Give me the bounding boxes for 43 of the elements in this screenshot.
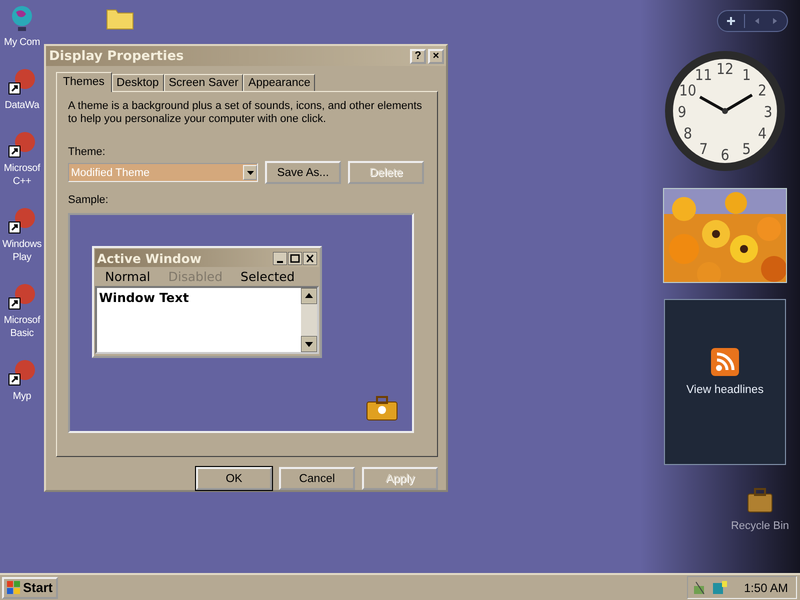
maximize-icon bbox=[288, 252, 302, 264]
clock-time[interactable]: 1:50 AM bbox=[744, 580, 788, 594]
arrows-icon[interactable] bbox=[753, 16, 779, 26]
cancel-button[interactable]: Cancel bbox=[279, 467, 355, 490]
window-title: Active Window bbox=[97, 250, 202, 266]
monitor-icon[interactable] bbox=[712, 580, 728, 596]
icon-label[interactable]: Myp bbox=[12, 390, 32, 403]
rss-icon[interactable] bbox=[711, 348, 739, 376]
tab[interactable]: Appearance bbox=[243, 74, 316, 91]
save-as-button[interactable]: Save As... bbox=[265, 161, 341, 184]
caret-icon bbox=[246, 170, 254, 174]
add-icon[interactable] bbox=[726, 16, 736, 26]
icon-label[interactable]: Microsof C++ bbox=[4, 162, 40, 188]
tab[interactable]: Desktop bbox=[112, 74, 164, 91]
icon-label[interactable]: Microsof Basic bbox=[4, 314, 40, 340]
shortcut-icon[interactable] bbox=[7, 282, 37, 312]
shortcut-icon[interactable] bbox=[7, 130, 37, 160]
tab[interactable]: Themes bbox=[56, 72, 112, 92]
close-button[interactable]: × bbox=[428, 48, 444, 64]
ok-button[interactable]: OK bbox=[196, 467, 272, 490]
help-button[interactable]: ? bbox=[410, 48, 426, 64]
icon-label[interactable]: Recycle Bin bbox=[730, 520, 790, 532]
briefcase-icon bbox=[366, 395, 398, 421]
window-text: Window Text bbox=[98, 289, 190, 307]
icon-label[interactable]: Windows Play bbox=[2, 238, 42, 264]
scroll-up-icon bbox=[301, 288, 317, 304]
headlines-link[interactable]: View headlines bbox=[686, 384, 764, 396]
icon-label[interactable]: DataWa bbox=[4, 99, 40, 112]
window-title: Display Properties bbox=[49, 48, 184, 64]
clock-drawing: 11 12 1 10 2 9 3 8 4 7 6 5 bbox=[664, 50, 786, 172]
shortcut-icon[interactable] bbox=[7, 67, 37, 97]
close-icon bbox=[303, 252, 317, 264]
shortcut-icon[interactable] bbox=[7, 206, 37, 236]
scroll-down-icon bbox=[301, 336, 317, 352]
description-text: A theme is a background plus a set of sounds, icons, and other elements to help you personalize your computer with one click. bbox=[68, 100, 424, 126]
shortcut-icon[interactable] bbox=[7, 358, 37, 388]
icon-label[interactable]: My Com bbox=[4, 36, 40, 49]
tab[interactable]: Screen Saver bbox=[164, 74, 244, 91]
field-label: Theme: bbox=[68, 146, 106, 158]
windows-logo-icon bbox=[7, 580, 21, 594]
field-label: Sample: bbox=[68, 194, 110, 206]
minimize-icon bbox=[273, 252, 287, 264]
start-button[interactable]: Start bbox=[2, 576, 58, 598]
